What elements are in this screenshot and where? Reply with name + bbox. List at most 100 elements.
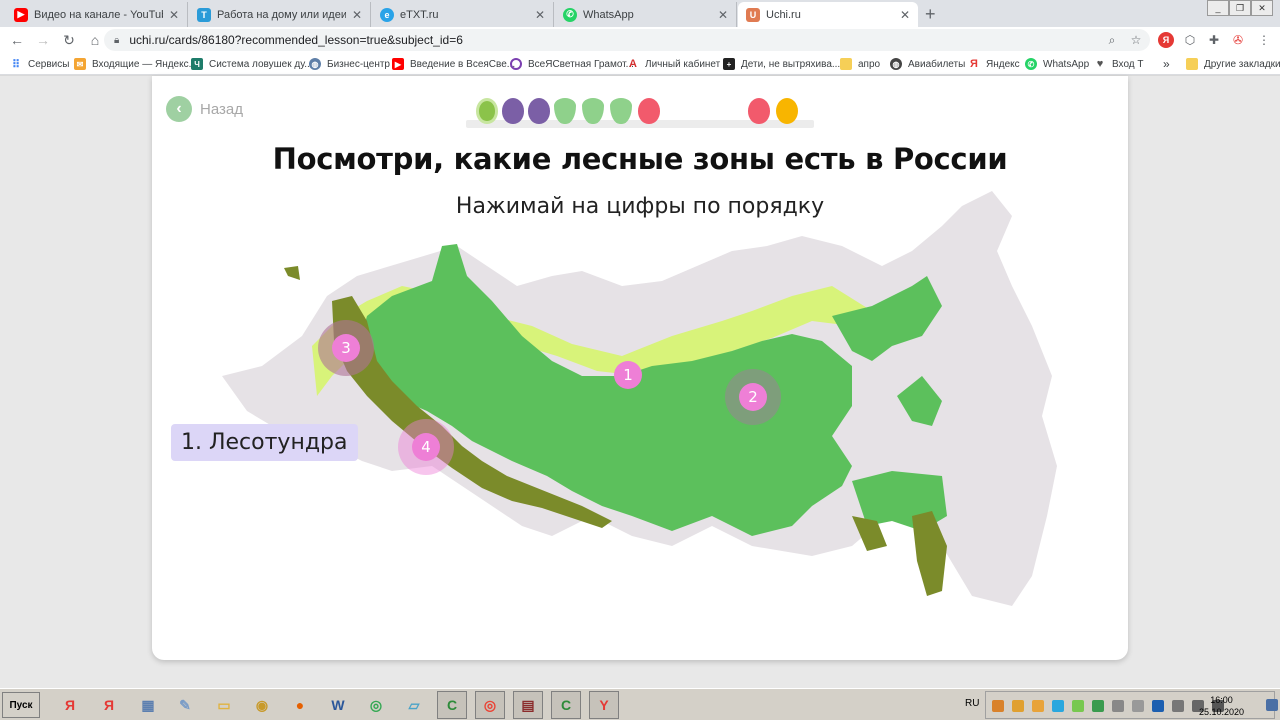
bookmark-services[interactable]: ⠿ Сервисы bbox=[10, 56, 69, 72]
close-icon[interactable]: ✕ bbox=[169, 8, 179, 22]
close-icon[interactable]: ✕ bbox=[900, 8, 910, 22]
firefox-icon[interactable]: ● bbox=[285, 691, 315, 719]
camtasia-icon[interactable]: C bbox=[437, 691, 467, 719]
bookmark-literacy[interactable]: ВсеЯСветная Грамот... bbox=[510, 56, 634, 72]
etxt-icon: e bbox=[380, 7, 394, 22]
bookmark-business-center[interactable]: ◍ Бизнес-центр bbox=[309, 56, 390, 72]
yandex-icon[interactable]: Y bbox=[589, 691, 619, 719]
bookmark-yandex-mail[interactable]: ✉ Входящие — Яндекс... bbox=[74, 56, 197, 72]
chrome-icon[interactable]: ◎ bbox=[361, 691, 391, 719]
youtube-icon: ▶ bbox=[392, 58, 404, 70]
folder-icon[interactable]: ▭ bbox=[209, 691, 239, 719]
system-tray: 16:00 25.10.2020 bbox=[985, 691, 1275, 719]
apps-icon: ⠿ bbox=[11, 58, 21, 71]
translate-extension-icon[interactable]: ✇ bbox=[1230, 32, 1246, 48]
bookmark-login[interactable]: ♥ Вход Т bbox=[1094, 56, 1144, 72]
puzzle-icon[interactable]: ✚ bbox=[1206, 32, 1222, 48]
tray-app-icon[interactable] bbox=[1092, 700, 1104, 712]
bookmark-label: Авиабилеты bbox=[908, 58, 966, 70]
tab-title: Видео на канале - YouTube Studio bbox=[34, 8, 163, 21]
minimize-button[interactable]: _ bbox=[1207, 0, 1229, 16]
other-bookmarks[interactable]: Другие закладки bbox=[1186, 56, 1280, 72]
folder-icon bbox=[840, 58, 852, 70]
tray-app-icon[interactable] bbox=[1032, 700, 1044, 712]
camtasia-icon[interactable]: C bbox=[551, 691, 581, 719]
bookmark-label: WhatsApp bbox=[1043, 58, 1090, 70]
zone-marker-4[interactable]: 4 bbox=[398, 419, 454, 475]
bookmark-label: Сервисы bbox=[28, 58, 70, 70]
tray-app-icon[interactable] bbox=[1172, 700, 1184, 712]
chrome-icon[interactable]: ◎ bbox=[475, 691, 505, 719]
paint-icon[interactable]: ✎ bbox=[170, 691, 200, 719]
word-icon[interactable]: W bbox=[323, 691, 353, 719]
close-icon[interactable]: ✕ bbox=[535, 8, 545, 22]
ch-icon: Ч bbox=[191, 58, 203, 70]
tab-work-at-home[interactable]: T Работа на дому или идеи дополн ✕ bbox=[189, 2, 371, 27]
bookmark-intro[interactable]: ▶ Введение в ВсеяСве... bbox=[392, 56, 515, 72]
tray-app-icon[interactable] bbox=[1112, 700, 1124, 712]
zone-marker-3[interactable]: 3 bbox=[318, 320, 374, 376]
text-doc-icon: T bbox=[197, 7, 211, 22]
more-bookmarks-button[interactable]: » bbox=[1163, 56, 1170, 72]
mail-icon: ✉ bbox=[74, 58, 86, 70]
tab-title: WhatsApp bbox=[583, 8, 634, 21]
youtube-icon: ▶ bbox=[14, 7, 28, 22]
tray-app-icon[interactable] bbox=[1072, 700, 1084, 712]
box-extension-icon[interactable]: ⬡ bbox=[1182, 32, 1198, 48]
bookmark-label: ВсеЯСветная Грамот... bbox=[528, 58, 634, 70]
globe-icon: ◍ bbox=[309, 58, 321, 70]
yandex-extension-icon[interactable]: Я bbox=[1158, 32, 1174, 48]
notepad-icon[interactable]: ▱ bbox=[399, 691, 429, 719]
tab-etxt[interactable]: e eTXT.ru ✕ bbox=[372, 2, 554, 27]
tab-whatsapp[interactable]: ✆ WhatsApp ✕ bbox=[555, 2, 737, 27]
tab-youtube-studio[interactable]: ▶ Видео на канале - YouTube Studio ✕ bbox=[6, 2, 188, 27]
bookmark-cabinet[interactable]: A Личный кабинет bbox=[627, 56, 720, 72]
star-icon[interactable]: ☆ bbox=[1128, 32, 1144, 48]
clock-time: 16:00 bbox=[1210, 695, 1233, 705]
close-window-button[interactable]: ✕ bbox=[1251, 0, 1273, 16]
forward-arrow-icon[interactable]: → bbox=[30, 27, 56, 53]
language-indicator[interactable]: RU bbox=[965, 698, 979, 709]
book-icon[interactable]: ▤ bbox=[513, 691, 543, 719]
zoom-icon[interactable]: ⌕ bbox=[1104, 32, 1120, 48]
new-tab-button[interactable]: + bbox=[925, 4, 936, 25]
menu-icon[interactable]: ⋮ bbox=[1256, 32, 1272, 48]
tray-app-icon[interactable] bbox=[1012, 700, 1024, 712]
yandex-icon[interactable]: Я bbox=[94, 691, 124, 719]
show-desktop-icon[interactable] bbox=[1266, 699, 1278, 711]
tray-app-icon[interactable] bbox=[1052, 700, 1064, 712]
flag-icon[interactable] bbox=[1132, 700, 1144, 712]
tab-title: Работа на дому или идеи дополн bbox=[217, 8, 346, 21]
bookmark-children[interactable]: + Дети, не вытряхива... bbox=[723, 56, 840, 72]
bookmark-flights[interactable]: ◍ Авиабилеты bbox=[890, 56, 965, 72]
chromium-icon[interactable]: ◉ bbox=[247, 691, 277, 719]
tab-uchi[interactable]: U Uchi.ru ✕ bbox=[738, 2, 918, 27]
clock[interactable]: 16:00 25.10.2020 bbox=[1199, 694, 1244, 718]
bookmark-whatsapp[interactable]: ✆ WhatsApp bbox=[1025, 56, 1089, 72]
back-arrow-icon[interactable]: ← bbox=[4, 27, 30, 53]
bookmark-apro[interactable]: апро bbox=[840, 56, 880, 72]
start-button[interactable]: Пуск bbox=[2, 692, 40, 718]
close-icon[interactable]: ✕ bbox=[352, 8, 362, 22]
start-label: Пуск bbox=[9, 699, 33, 711]
globe-icon: ◍ bbox=[890, 58, 902, 70]
page-viewport: ‹ Назад Посмотри, какие лесные зоны есть… bbox=[0, 76, 1280, 688]
windows-taskbar: Пуск Я Я ▦ ✎ ▭ ◉ ● W ◎ ▱ C ◎ ▤ C Y RU 16… bbox=[0, 688, 1280, 720]
calculator-icon[interactable]: ▦ bbox=[133, 691, 163, 719]
zone-marker-1[interactable]: 1 bbox=[612, 359, 644, 391]
bookmark-yandex[interactable]: Я Яндекс bbox=[968, 56, 1020, 72]
yandex-browser-icon[interactable]: Я bbox=[55, 691, 85, 719]
whatsapp-icon: ✆ bbox=[563, 7, 577, 22]
bluetooth-icon[interactable] bbox=[1152, 700, 1164, 712]
uchi-icon: U bbox=[746, 7, 760, 22]
zone-marker-2[interactable]: 2 bbox=[725, 369, 781, 425]
browser-toolbar: ← → ↻ ⌂ 🔒︎ uchi.ru/cards/86180?recommend… bbox=[0, 27, 1280, 53]
address-bar[interactable]: 🔒︎ uchi.ru/cards/86180?recommended_lesso… bbox=[104, 29, 1150, 51]
tray-app-icon[interactable] bbox=[992, 700, 1004, 712]
close-icon[interactable]: ✕ bbox=[718, 8, 728, 22]
restore-button[interactable]: ❐ bbox=[1229, 0, 1251, 16]
bookmark-label: Вход Т bbox=[1112, 58, 1144, 70]
reload-icon[interactable]: ↻ bbox=[56, 27, 82, 53]
yandex-icon: Я bbox=[970, 58, 978, 70]
bookmark-traps[interactable]: Ч Система ловушек ду... bbox=[191, 56, 313, 72]
